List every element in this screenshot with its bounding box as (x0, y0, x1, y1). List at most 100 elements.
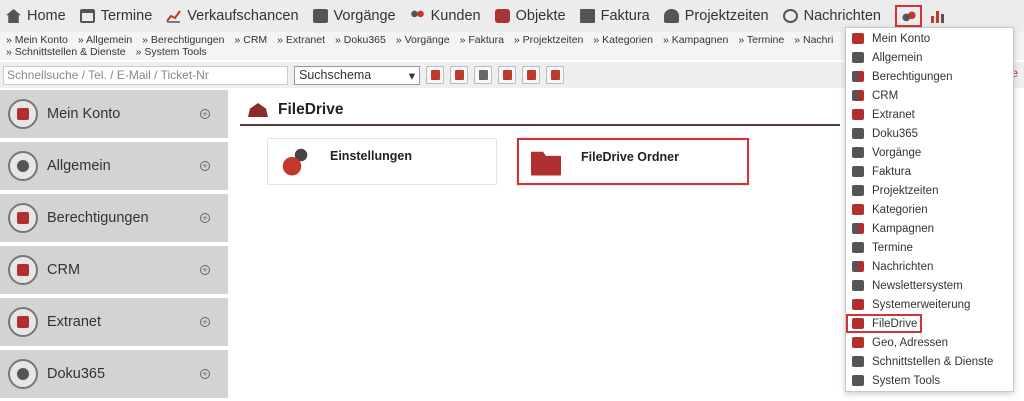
menu-item-nachrichten[interactable]: Nachrichten (846, 257, 1013, 276)
nav-verkaufschancen[interactable]: Verkaufschancen (166, 8, 299, 24)
user-icon (852, 33, 864, 44)
nav-nachrichten[interactable]: Nachrichten (782, 8, 881, 24)
expand-icon[interactable]: + (200, 161, 210, 171)
menu-item-extranet[interactable]: Extranet (846, 105, 1013, 124)
nav-settings-button[interactable] (894, 5, 922, 27)
toolbar-invoice-button[interactable] (546, 66, 564, 84)
expand-icon[interactable]: + (200, 369, 210, 379)
messages-icon (852, 261, 864, 272)
quick-link[interactable]: » Termine (738, 34, 784, 46)
users-icon (852, 90, 864, 101)
quick-link[interactable]: » Vorgänge (396, 34, 450, 46)
menu-item-systemerweiterung[interactable]: Systemerweiterung (846, 295, 1013, 314)
expand-icon[interactable]: + (200, 317, 210, 327)
quick-link[interactable]: » Extranet (277, 34, 325, 46)
nav-objekte-label: Objekte (515, 8, 566, 24)
menu-item-label: Vorgänge (872, 146, 922, 159)
menu-item-mein-konto[interactable]: Mein Konto (846, 29, 1013, 48)
menu-item-schnittstellen[interactable]: Schnittstellen & Dienste (846, 352, 1013, 371)
nav-objekte[interactable]: Objekte (494, 8, 566, 24)
project-time-icon (663, 9, 679, 23)
sidebar-item-crm[interactable]: CRM + (0, 246, 228, 294)
quick-link[interactable]: » Schnittstellen & Dienste (6, 46, 126, 58)
menu-item-newslettersystem[interactable]: Newslettersystem (846, 276, 1013, 295)
toolbar-document-button[interactable] (474, 66, 492, 84)
menu-item-allgemein[interactable]: Allgemein (846, 48, 1013, 67)
menu-item-label: Newslettersystem (872, 279, 963, 292)
location-icon (852, 337, 864, 348)
nav-home[interactable]: Home (6, 8, 66, 24)
menu-item-projektzeiten[interactable]: Projektzeiten (846, 181, 1013, 200)
quick-link[interactable]: » CRM (235, 34, 268, 46)
toolbar-object-button[interactable] (498, 66, 516, 84)
menu-item-vorgaenge[interactable]: Vorgänge (846, 143, 1013, 162)
menu-item-termine[interactable]: Termine (846, 238, 1013, 257)
page-header: FileDrive (240, 96, 840, 126)
search-schema-value: Suchschema (299, 68, 372, 82)
quick-link[interactable]: » Faktura (460, 34, 504, 46)
menu-item-filedrive[interactable]: FileDrive (846, 314, 922, 333)
sidebar-item-extranet[interactable]: Extranet + (0, 298, 228, 346)
users-icon (8, 255, 38, 285)
users-icon (409, 9, 425, 23)
sidebar-item-label: Allgemein (47, 158, 111, 174)
quick-link[interactable]: » System Tools (136, 46, 207, 58)
menu-item-system-tools[interactable]: System Tools (846, 371, 1013, 390)
sidebar-item-mein-konto[interactable]: Mein Konto + (0, 90, 228, 138)
network-icon (8, 307, 38, 337)
menu-item-geo-adressen[interactable]: Geo, Adressen (846, 333, 1013, 352)
menu-item-label: CRM (872, 89, 899, 102)
nav-faktura[interactable]: Faktura (579, 8, 650, 24)
permissions-icon (852, 71, 864, 82)
quick-link[interactable]: » Projektzeiten (514, 34, 583, 46)
sidebar-item-label: Mein Konto (47, 106, 121, 122)
nav-kunden[interactable]: Kunden (409, 8, 481, 24)
messages-icon (782, 9, 798, 23)
toolbar-file-button[interactable] (522, 66, 540, 84)
invoice-icon (852, 166, 864, 177)
quick-link[interactable]: » Nachri (794, 34, 833, 46)
menu-item-kampagnen[interactable]: Kampagnen (846, 219, 1013, 238)
quick-link[interactable]: » Mein Konto (6, 34, 68, 46)
toolbar-users-button[interactable] (426, 66, 444, 84)
quick-link[interactable]: » Kampagnen (663, 34, 728, 46)
sidebar-item-label: Doku365 (47, 366, 106, 382)
network-icon (852, 109, 864, 120)
menu-item-label: Schnittstellen & Dienste (872, 355, 994, 368)
quick-link[interactable]: » Kategorien (593, 34, 653, 46)
menu-item-berechtigungen[interactable]: Berechtigungen (846, 67, 1013, 86)
settings-card[interactable]: Einstellungen (267, 138, 497, 185)
nav-termine[interactable]: Termine (79, 8, 152, 24)
quick-link[interactable]: » Berechtigungen (142, 34, 224, 46)
objects-icon (502, 70, 512, 80)
categories-icon (852, 204, 864, 215)
sidebar: Mein Konto + Allgemein + Berechtigungen + C… (0, 90, 228, 401)
expand-icon[interactable]: + (200, 109, 210, 119)
nav-home-label: Home (27, 8, 66, 24)
menu-item-faktura[interactable]: Faktura (846, 162, 1013, 181)
sidebar-item-berechtigungen[interactable]: Berechtigungen + (0, 194, 228, 242)
toolbar-chart-button[interactable] (450, 66, 468, 84)
menu-item-doku365[interactable]: Doku365 (846, 124, 1013, 143)
menu-item-crm[interactable]: CRM (846, 86, 1013, 105)
quick-link[interactable]: » Allgemein (78, 34, 132, 46)
nav-reports-button[interactable] (930, 9, 945, 23)
filedrive-folder-card[interactable]: FileDrive Ordner (517, 138, 749, 185)
menu-item-kategorien[interactable]: Kategorien (846, 200, 1013, 219)
sidebar-item-allgemein[interactable]: Allgemein + (0, 142, 228, 190)
quick-search-input[interactable] (3, 65, 288, 85)
menu-item-label: System Tools (872, 374, 941, 387)
invoice-icon (550, 70, 560, 80)
newsletter-icon (852, 280, 864, 291)
nav-kunden-label: Kunden (430, 8, 481, 24)
quick-link[interactable]: » Doku365 (335, 34, 386, 46)
nav-projektzeiten[interactable]: Projektzeiten (663, 8, 769, 24)
expand-icon[interactable]: + (200, 213, 210, 223)
sidebar-item-doku365[interactable]: Doku365 + (0, 350, 228, 398)
expand-icon[interactable]: + (200, 265, 210, 275)
nav-vorgaenge[interactable]: Vorgänge (312, 8, 396, 24)
menu-item-label: Systemerweiterung (872, 298, 971, 311)
interfaces-icon (852, 356, 864, 367)
nav-faktura-label: Faktura (600, 8, 650, 24)
search-schema-select[interactable]: Suchschema ▾ (294, 65, 420, 85)
